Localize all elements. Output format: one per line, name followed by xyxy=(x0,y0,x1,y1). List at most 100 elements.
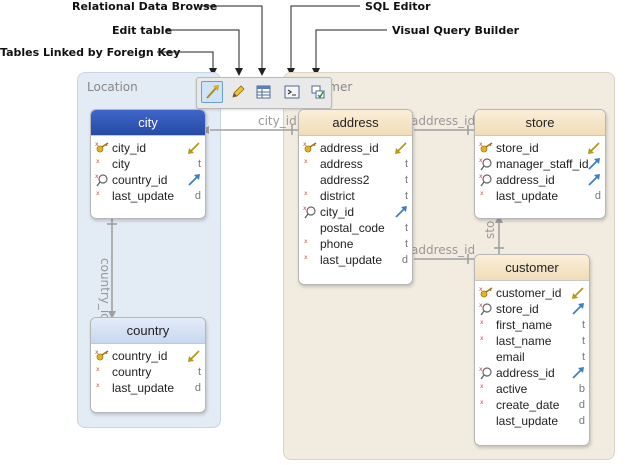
lookup-icon: x xyxy=(479,301,495,317)
column-name: manager_staff_id xyxy=(496,157,589,171)
key-icon: x xyxy=(95,140,111,156)
entity-address-title[interactable]: address xyxy=(299,110,412,136)
column-type: d xyxy=(194,190,201,202)
entity-store[interactable]: store x store_id x manager_staff_id x address… xyxy=(474,109,606,219)
column-row[interactable]: x last_update d xyxy=(91,380,205,396)
nullable-mark-icon: x xyxy=(303,188,319,204)
nullable-mark-icon: x xyxy=(479,397,495,413)
entity-address-columns: x address_id x address t address2 t x district t x… xyxy=(299,136,412,268)
lookup-icon: x xyxy=(479,365,495,381)
svg-text:x: x xyxy=(303,141,307,148)
column-row[interactable]: x address_id xyxy=(299,140,412,156)
svg-text:x: x xyxy=(96,382,100,389)
entity-city-title[interactable]: city xyxy=(91,110,205,136)
column-type: t xyxy=(581,319,585,331)
entity-country[interactable]: country x country_id x country t x last_update… xyxy=(90,317,206,413)
svg-text:x: x xyxy=(304,238,308,245)
nullable-mark-icon: x xyxy=(303,252,319,268)
blank xyxy=(479,349,495,365)
blank xyxy=(303,172,319,188)
column-name: address2 xyxy=(320,173,370,187)
svg-text:x: x xyxy=(480,319,484,326)
column-row[interactable]: x last_update d xyxy=(91,188,205,204)
lookup-icon: x xyxy=(303,204,319,220)
column-name: district xyxy=(320,189,355,203)
svg-text:x: x xyxy=(479,141,483,148)
nullable-mark-icon: x xyxy=(479,381,495,397)
svg-text:x: x xyxy=(95,173,99,180)
column-name: city_id xyxy=(112,141,147,155)
svg-text:x: x xyxy=(480,399,484,406)
column-name: city_id xyxy=(320,205,355,219)
column-row[interactable]: x address t xyxy=(299,156,412,172)
entity-country-title[interactable]: country xyxy=(91,318,205,344)
entity-city[interactable]: city x city_id x city t x country_id x last_upda… xyxy=(90,109,206,219)
column-name: address_id xyxy=(320,141,379,155)
lookup-icon: x xyxy=(95,172,111,188)
entity-city-columns: x city_id x city t x country_id x last_update d xyxy=(91,136,205,204)
column-row[interactable]: x address_id xyxy=(475,172,605,188)
column-row[interactable]: x manager_staff_id xyxy=(475,156,605,172)
column-row[interactable]: x active b xyxy=(475,381,589,397)
entity-customer[interactable]: customer x customer_id x store_id x first_nam… xyxy=(474,254,590,446)
column-name: city xyxy=(112,157,130,171)
column-row[interactable]: x last_name t xyxy=(475,333,589,349)
entity-store-title[interactable]: store xyxy=(475,110,605,136)
column-row[interactable]: x store_id xyxy=(475,301,589,317)
svg-text:x: x xyxy=(480,335,484,342)
column-name: address_id xyxy=(496,366,555,380)
key-icon: x xyxy=(479,285,495,301)
edge-label-city-country: country_id xyxy=(98,258,112,321)
column-name: country xyxy=(112,365,152,379)
column-type: d xyxy=(578,415,585,427)
svg-text:x: x xyxy=(479,286,483,293)
column-row[interactable]: last_update d xyxy=(475,413,589,429)
svg-text:x: x xyxy=(95,141,99,148)
column-row[interactable]: x address_id xyxy=(475,365,589,381)
nullable-mark-icon: x xyxy=(303,156,319,172)
nullable-mark-icon: x xyxy=(95,188,111,204)
column-name: address_id xyxy=(496,173,555,187)
column-name: customer_id xyxy=(496,286,562,300)
column-row[interactable]: x city_id xyxy=(299,204,412,220)
column-name: last_update xyxy=(320,253,383,267)
column-row[interactable]: x city t xyxy=(91,156,205,172)
entity-customer-title[interactable]: customer xyxy=(475,255,589,281)
column-name: create_date xyxy=(496,398,560,412)
column-row[interactable]: x phone t xyxy=(299,236,412,252)
column-name: address xyxy=(320,157,363,171)
column-name: last_update xyxy=(496,189,559,203)
column-row[interactable]: x country t xyxy=(91,364,205,380)
column-name: last_update xyxy=(112,381,175,395)
column-row[interactable]: postal_code t xyxy=(299,220,412,236)
svg-text:x: x xyxy=(95,349,99,356)
svg-text:x: x xyxy=(479,366,483,373)
column-row[interactable]: x last_update d xyxy=(299,252,412,268)
column-row[interactable]: x store_id xyxy=(475,140,605,156)
column-name: country_id xyxy=(112,349,168,363)
column-name: email xyxy=(496,350,525,364)
column-row[interactable]: x district t xyxy=(299,188,412,204)
column-row[interactable]: x country_id xyxy=(91,172,205,188)
svg-text:x: x xyxy=(480,190,484,197)
edge-label-customer-address: address_id xyxy=(411,243,476,257)
column-type: d xyxy=(401,254,408,266)
column-row[interactable]: x first_name t xyxy=(475,317,589,333)
nullable-mark-icon: x xyxy=(479,333,495,349)
svg-text:x: x xyxy=(304,254,308,261)
entity-address[interactable]: address x address_id x address t address2 t x di… xyxy=(298,109,413,285)
nullable-mark-icon: x xyxy=(95,380,111,396)
column-row[interactable]: x customer_id xyxy=(475,285,589,301)
column-row[interactable]: x country_id xyxy=(91,348,205,364)
column-name: country_id xyxy=(112,173,168,187)
column-row[interactable]: x city_id xyxy=(91,140,205,156)
lookup-icon: x xyxy=(479,156,495,172)
nullable-mark-icon: x xyxy=(95,364,111,380)
column-name: store_id xyxy=(496,302,539,316)
column-row[interactable]: x last_update d xyxy=(475,188,605,204)
column-row[interactable]: email t xyxy=(475,349,589,365)
column-type: t xyxy=(197,366,201,378)
column-type: t xyxy=(404,190,408,202)
column-row[interactable]: address2 t xyxy=(299,172,412,188)
column-row[interactable]: x create_date d xyxy=(475,397,589,413)
